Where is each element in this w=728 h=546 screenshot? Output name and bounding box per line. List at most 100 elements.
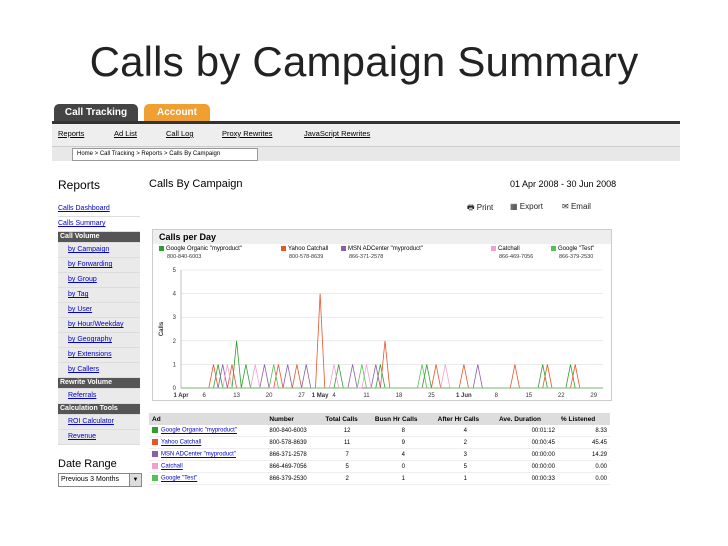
y-tick-label: 0 xyxy=(173,386,177,392)
sidebar-item-by-user[interactable]: by User xyxy=(58,303,140,318)
number-cell: 866-379-2530 xyxy=(266,472,323,485)
ad-color-swatch xyxy=(152,451,158,458)
sidebar-item-calls-dashboard[interactable]: Calls Dashboard xyxy=(58,202,140,217)
table-row: Google Organic "myproduct" 800-840-6003 12… xyxy=(149,425,610,437)
chevron-down-icon[interactable]: ▼ xyxy=(129,474,141,486)
ad-link[interactable]: Google "Test" xyxy=(161,476,197,482)
column-header[interactable]: Total Calls xyxy=(322,413,372,425)
subnav-ad-list[interactable]: Ad List xyxy=(114,129,137,138)
x-tick-label: 29 xyxy=(590,393,597,399)
table-row: Google "Test" 866-379-2530 2 1 1 00:00:33 0.00 xyxy=(149,472,610,485)
print-button[interactable]: 🖶 Print xyxy=(467,202,493,216)
chart-svg: 012345Calls1 Apr 6 13 20 27 1 May 4 11 18 25 1 Jun… xyxy=(159,268,603,399)
busn-cell: 9 xyxy=(371,436,435,449)
subnav-call-log[interactable]: Call Log xyxy=(166,129,194,138)
sidebar-title: Reports xyxy=(58,178,101,192)
app-window: Call Tracking Account Reports Ad List Ca… xyxy=(52,101,680,519)
sidebar-item-by-group[interactable]: by Group xyxy=(58,273,140,288)
x-tick-label: 4 xyxy=(332,393,336,399)
sidebar-item-revenue[interactable]: Revenue xyxy=(58,430,140,445)
y-axis-label: Calls xyxy=(159,321,165,336)
number-cell: 800-840-6003 xyxy=(266,425,323,437)
sub-navigation: Reports Ad List Call Log Proxy Rewrites … xyxy=(52,124,680,147)
sidebar-item-calls-summary[interactable]: Calls Summary xyxy=(58,217,140,232)
x-tick-label: 1 Apr xyxy=(173,393,189,399)
sidebar-item-calculation-tools: Calculation Tools xyxy=(58,404,140,415)
export-label: Export xyxy=(519,202,543,211)
after-cell: 3 xyxy=(434,448,496,461)
x-tick-label: 1 May xyxy=(312,393,329,399)
tab-call-tracking[interactable]: Call Tracking xyxy=(54,104,138,121)
listened-cell: 8.33 xyxy=(557,425,610,437)
column-header[interactable]: Ave. Duration xyxy=(495,413,558,425)
sidebar-menu: Calls Dashboard Calls Summary Call Volume b… xyxy=(58,202,140,445)
column-header[interactable]: Busn Hr Calls xyxy=(371,413,435,425)
ad-color-swatch xyxy=(152,463,158,470)
ad-color-swatch xyxy=(152,475,158,482)
ad-cell: Google "Test" xyxy=(149,472,267,485)
print-label: Print xyxy=(476,203,494,212)
ad-cell: Google Organic "myproduct" xyxy=(149,425,267,437)
busn-cell: 0 xyxy=(371,460,435,473)
table-row: Catchall 866-469-7056 5 0 5 00:00:00 0.00 xyxy=(149,460,610,473)
subnav-javascript-rewrites[interactable]: JavaScript Rewrites xyxy=(304,129,370,138)
sidebar-item-by-callers[interactable]: by Callers xyxy=(58,363,140,378)
table-row: Yahoo Catchall 800-578-8639 11 9 2 00:00:45 45… xyxy=(149,436,610,449)
column-header[interactable]: Ad xyxy=(149,413,267,425)
sidebar-item-roi-calculator[interactable]: ROI Calculator xyxy=(58,415,140,430)
total-cell: 12 xyxy=(322,425,372,437)
total-cell: 2 xyxy=(322,472,372,485)
table-row: MSN ADCenter "myproduct" 866-371-2578 7 4 3 0… xyxy=(149,448,610,461)
date-range-select[interactable]: Previous 3 Months ▼ xyxy=(58,473,142,487)
total-cell: 7 xyxy=(322,448,372,461)
x-tick-label: 25 xyxy=(428,393,435,399)
date-range-display: 01 Apr 2008 - 30 Jun 2008 xyxy=(510,179,617,189)
number-cell: 866-469-7056 xyxy=(266,460,323,473)
busn-cell: 4 xyxy=(371,448,435,461)
listened-cell: 0.00 xyxy=(557,472,610,485)
total-cell: 11 xyxy=(322,436,372,449)
sidebar-item-by-geography[interactable]: by Geography xyxy=(58,333,140,348)
x-tick-label: 27 xyxy=(298,393,305,399)
subnav-reports[interactable]: Reports xyxy=(58,129,84,138)
ad-cell: Catchall xyxy=(149,460,267,473)
breadcrumb: Home > Call Tracking > Reports > Calls B… xyxy=(72,148,258,161)
listened-cell: 0.00 xyxy=(557,460,610,473)
column-header[interactable]: % Listened xyxy=(557,413,610,425)
ad-link[interactable]: MSN ADCenter "myproduct" xyxy=(161,452,236,458)
y-tick-label: 2 xyxy=(173,339,177,345)
total-cell: 5 xyxy=(322,460,372,473)
ad-link[interactable]: Catchall xyxy=(161,464,183,470)
grid-icon: ▦ xyxy=(510,202,518,211)
email-button[interactable]: ✉ Email xyxy=(562,202,591,211)
export-button[interactable]: ▦ Export xyxy=(510,202,543,211)
tab-account[interactable]: Account xyxy=(144,104,210,121)
y-tick-label: 1 xyxy=(173,362,177,368)
x-tick-label: 6 xyxy=(203,393,207,399)
sidebar-item-by-extensions[interactable]: by Extensions xyxy=(58,348,140,363)
busn-cell: 8 xyxy=(371,425,435,437)
sidebar-item-by-tag[interactable]: by Tag xyxy=(58,288,140,303)
campaign-table-wrap: Ad Number Total Calls Busn Hr Calls After Hr… xyxy=(149,413,610,485)
ad-link[interactable]: Yahoo Catchall xyxy=(161,440,201,446)
page-title: Calls By Campaign xyxy=(149,178,243,190)
after-cell: 4 xyxy=(434,425,496,437)
sidebar-item-referrals[interactable]: Referrals xyxy=(58,389,140,404)
series-line xyxy=(181,364,603,389)
y-tick-label: 5 xyxy=(173,268,177,274)
subnav-proxy-rewrites[interactable]: Proxy Rewrites xyxy=(222,129,272,138)
x-tick-label: 1 Jun xyxy=(456,393,472,399)
number-cell: 866-371-2578 xyxy=(266,448,323,461)
ad-link[interactable]: Google Organic "myproduct" xyxy=(161,428,237,434)
sidebar-item-by-forwarding[interactable]: by Forwarding xyxy=(58,258,140,273)
column-header[interactable]: Number xyxy=(266,413,323,425)
campaign-table: Ad Number Total Calls Busn Hr Calls After Hr… xyxy=(149,413,610,485)
x-tick-label: 13 xyxy=(233,393,240,399)
sidebar-item-by-campaign[interactable]: by Campaign xyxy=(58,243,140,258)
ad-cell: Yahoo Catchall xyxy=(149,436,267,449)
series-line xyxy=(181,364,603,389)
sidebar-item-by-hour-weekday[interactable]: by Hour/Weekday xyxy=(58,318,140,333)
series-line xyxy=(181,364,603,389)
listened-cell: 45.45 xyxy=(557,436,610,449)
column-header[interactable]: After Hr Calls xyxy=(434,413,496,425)
